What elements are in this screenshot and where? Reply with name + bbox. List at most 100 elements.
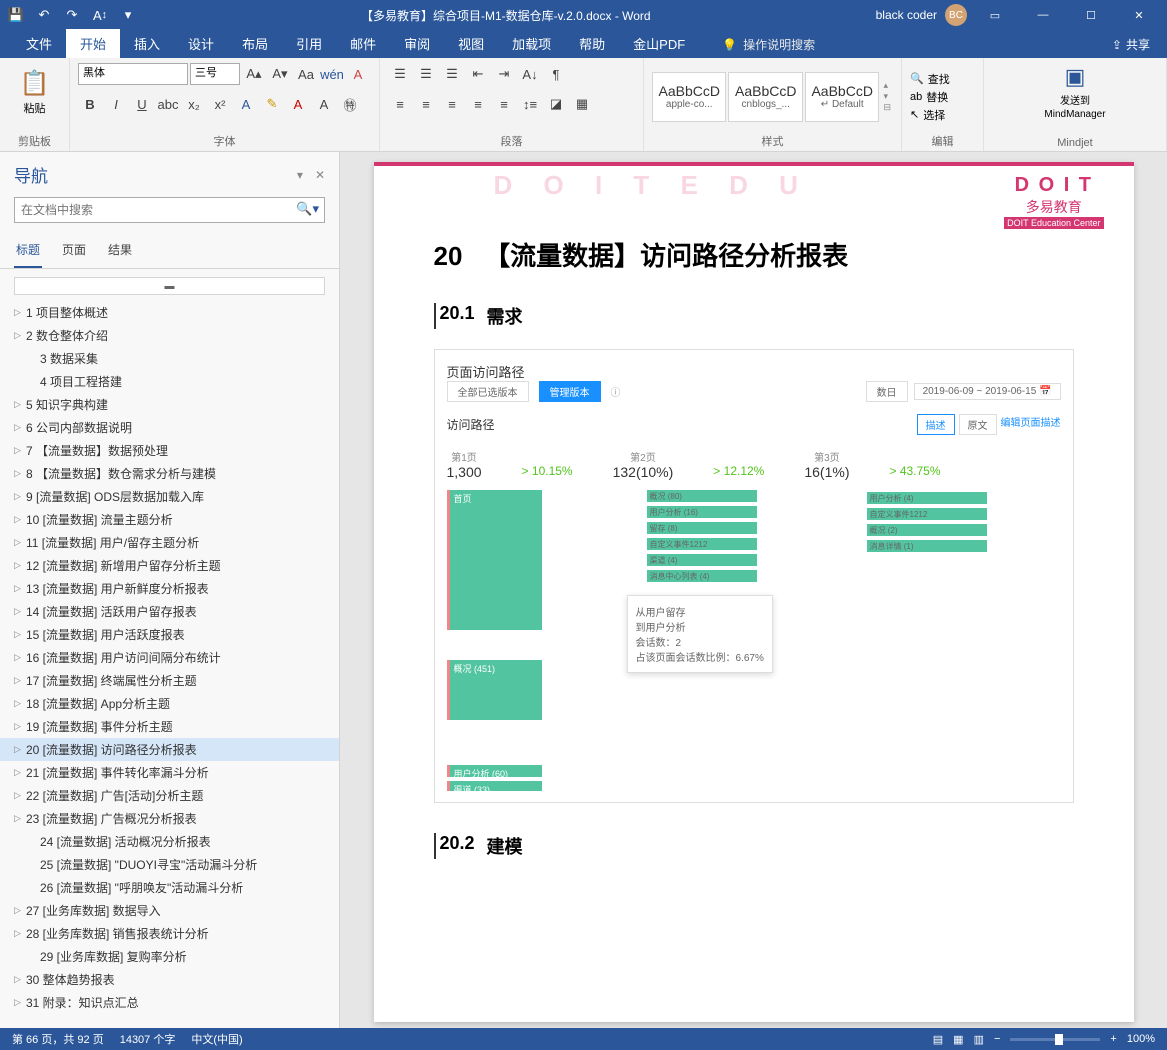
tree-item[interactable]: ▷14 [流量数据] 活跃用户留存报表 [0,600,339,623]
tree-item[interactable]: ▷10 [流量数据] 流量主题分析 [0,508,339,531]
tree-item[interactable]: ▷17 [流量数据] 终端属性分析主题 [0,669,339,692]
document-area[interactable]: D O I T E D U D O I T 多易教育 DOIT Educatio… [340,152,1167,1028]
search-icon[interactable]: 🔍▾ [296,201,319,217]
borders-icon[interactable]: ▦ [570,92,594,116]
chevron-right-icon[interactable]: ▷ [14,767,26,778]
chevron-right-icon[interactable]: ▷ [14,928,26,939]
maximize-icon[interactable]: ☐ [1071,0,1111,30]
avatar[interactable]: BC [945,4,967,26]
line-spacing-icon[interactable]: ↕≡ [518,92,542,116]
clear-format-icon[interactable]: A [346,62,370,86]
tab-raw[interactable]: 原文 [959,414,997,435]
styles-down-icon[interactable]: ▾ [883,91,891,102]
chevron-right-icon[interactable]: ▷ [14,790,26,801]
tab-design[interactable]: 设计 [174,29,228,58]
styles-up-icon[interactable]: ▴ [883,80,891,91]
tab-mailings[interactable]: 邮件 [336,29,390,58]
chevron-right-icon[interactable]: ▷ [14,422,26,433]
tree-item[interactable]: 4 项目工程搭建 [0,370,339,393]
tab-review[interactable]: 审阅 [390,29,444,58]
ribbon-options-icon[interactable]: ▭ [975,0,1015,30]
align-center-icon[interactable]: ≡ [414,92,438,116]
tree-item[interactable]: ▷30 整体趋势报表 [0,968,339,991]
sankey-node[interactable]: 用户分析 (16) [647,506,757,518]
nav-dropdown-icon[interactable]: ▾ [297,168,303,182]
style-chip[interactable]: AaBbCcDcnblogs_... [728,72,802,122]
chevron-right-icon[interactable]: ▷ [14,652,26,663]
tab-help[interactable]: 帮助 [565,29,619,58]
distributed-icon[interactable]: ≡ [492,92,516,116]
shading-icon[interactable]: ◪ [544,92,568,116]
nav-collapse-bar[interactable]: ▬ [14,277,325,295]
italic-icon[interactable]: I [104,92,128,116]
decrease-indent-icon[interactable]: ⇤ [466,62,490,86]
tree-item[interactable]: ▷16 [流量数据] 用户访问间隔分布统计 [0,646,339,669]
numbering-icon[interactable]: ☰ [414,62,438,86]
change-case-icon[interactable]: Aa [294,62,318,86]
tab-home[interactable]: 开始 [66,29,120,58]
chevron-right-icon[interactable]: ▷ [14,491,26,502]
nav-tree[interactable]: ▷1 项目整体概述▷2 数仓整体介绍3 数据采集4 项目工程搭建▷5 知识字典构… [0,299,339,1028]
tree-item[interactable]: ▷8 【流量数据】数仓需求分析与建模 [0,462,339,485]
sankey-node[interactable]: 自定义事件1212 [647,538,757,550]
enclose-char-icon[interactable]: ㊕ [338,92,362,116]
increase-indent-icon[interactable]: ⇥ [492,62,516,86]
align-left-icon[interactable]: ≡ [388,92,412,116]
sankey-node[interactable]: 留存 (8) [647,522,757,534]
sankey-node[interactable]: 概况 (80) [647,490,757,502]
chevron-right-icon[interactable]: ▷ [14,583,26,594]
chevron-right-icon[interactable]: ▷ [14,721,26,732]
nav-close-icon[interactable]: ✕ [315,168,325,182]
edit-desc-link[interactable]: 编辑页面描述 [1001,414,1061,435]
chevron-right-icon[interactable]: ▷ [14,560,26,571]
undo-icon[interactable]: ↶ [36,7,52,23]
sankey-node[interactable]: 自定义事件1212 [867,508,987,520]
tab-layout[interactable]: 布局 [228,29,282,58]
tree-item[interactable]: 25 [流量数据] "DUOYI寻宝"活动漏斗分析 [0,853,339,876]
font-qat-icon[interactable]: A↕ [92,7,108,23]
tab-insert[interactable]: 插入 [120,29,174,58]
chevron-right-icon[interactable]: ▷ [14,399,26,410]
chevron-right-icon[interactable]: ▷ [14,537,26,548]
sankey-node[interactable]: 用户分析 (60) [447,765,542,777]
chevron-right-icon[interactable]: ▷ [14,675,26,686]
chevron-right-icon[interactable]: ▷ [14,744,26,755]
minimize-icon[interactable]: — [1023,0,1063,30]
sankey-node[interactable]: 首页 [447,490,542,630]
zoom-in-icon[interactable]: + [1110,1033,1116,1045]
bullets-icon[interactable]: ☰ [388,62,412,86]
tree-item[interactable]: ▷2 数仓整体介绍 [0,324,339,347]
sankey-node[interactable]: 概况 (2) [867,524,987,536]
tree-item[interactable]: ▷18 [流量数据] App分析主题 [0,692,339,715]
save-icon[interactable]: 💾 [8,7,24,23]
underline-icon[interactable]: U [130,92,154,116]
chevron-right-icon[interactable]: ▷ [14,698,26,709]
strikethrough-icon[interactable]: abc [156,92,180,116]
paste-button[interactable]: 📋 粘贴 [17,62,53,122]
chevron-right-icon[interactable]: ▷ [14,514,26,525]
chevron-right-icon[interactable]: ▷ [14,307,26,318]
view-print-icon[interactable]: ▦ [953,1033,963,1046]
tree-item[interactable]: ▷9 [流量数据] ODS层数据加载入库 [0,485,339,508]
tree-item[interactable]: 26 [流量数据] "呼朋唤友"活动漏斗分析 [0,876,339,899]
sankey-node[interactable]: 消息详情 (1) [867,540,987,552]
tree-item[interactable]: 29 [业务库数据] 复购率分析 [0,945,339,968]
tree-item[interactable]: ▷7 【流量数据】数据预处理 [0,439,339,462]
search-input[interactable] [14,197,325,223]
tree-item[interactable]: ▷11 [流量数据] 用户/留存主题分析 [0,531,339,554]
tree-item[interactable]: ▷1 项目整体概述 [0,301,339,324]
tree-item[interactable]: ▷21 [流量数据] 事件转化率漏斗分析 [0,761,339,784]
tab-kingsoft[interactable]: 金山PDF [619,29,699,58]
highlight-icon[interactable]: ✎ [260,92,284,116]
tree-item[interactable]: 24 [流量数据] 活动概况分析报表 [0,830,339,853]
tree-item[interactable]: ▷13 [流量数据] 用户新鲜度分析报表 [0,577,339,600]
nav-tab-pages[interactable]: 页面 [60,235,88,268]
status-page[interactable]: 第 66 页，共 92 页 [12,1031,104,1047]
shrink-font-icon[interactable]: A▾ [268,62,292,86]
show-marks-icon[interactable]: ¶ [544,62,568,86]
styles-more-icon[interactable]: ⊟ [883,102,891,113]
tree-item[interactable]: ▷22 [流量数据] 广告[活动]分析主题 [0,784,339,807]
style-chip[interactable]: AaBbCcD↵ Default [805,72,879,122]
sort-icon[interactable]: A↓ [518,62,542,86]
view-web-icon[interactable]: ▥ [974,1033,984,1046]
